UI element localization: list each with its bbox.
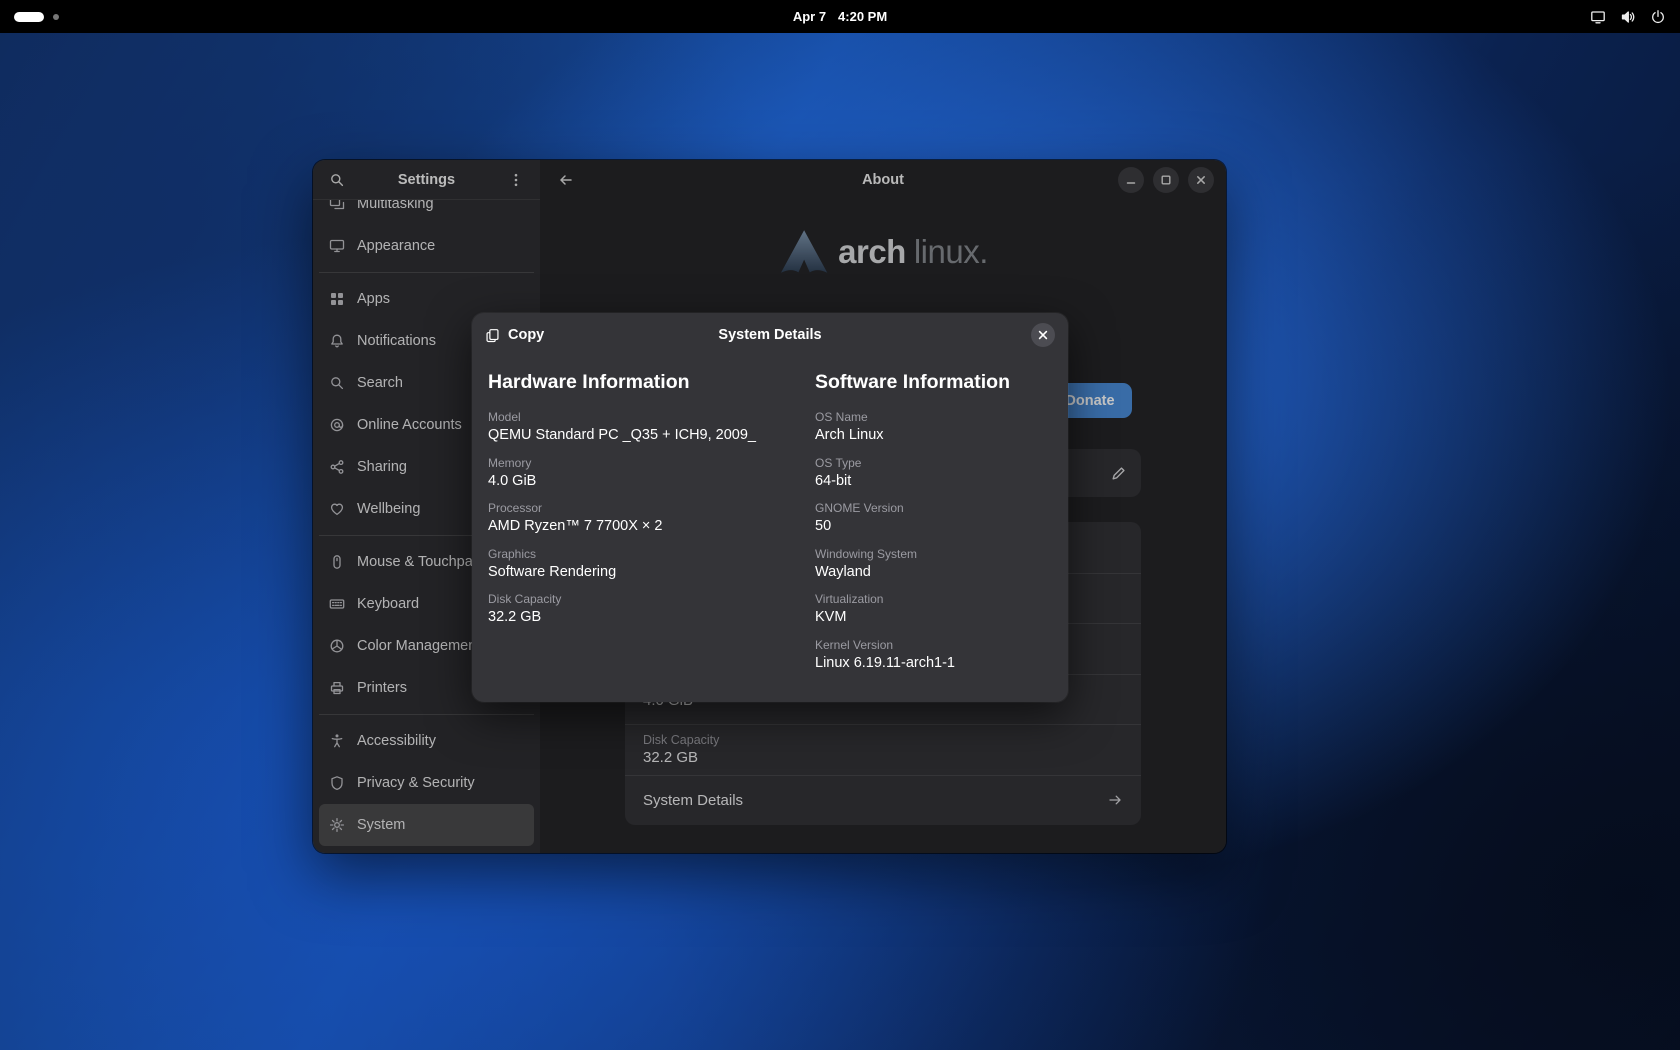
field-os-name: OS Name Arch Linux [815, 410, 1052, 443]
field-label: Windowing System [815, 547, 1052, 561]
field-windowing-system: Windowing System Wayland [815, 547, 1052, 580]
copy-label: Copy [508, 327, 544, 343]
top-bar: Apr 7 4:20 PM [0, 0, 1680, 33]
settings-window: Settings MultitaskingAppearanceAppsNotif… [313, 160, 1226, 853]
close-icon [1037, 329, 1049, 341]
workspace-dot[interactable] [53, 14, 59, 20]
hardware-section: Hardware Information Model QEMU Standard … [488, 361, 815, 683]
field-label: OS Name [815, 410, 1052, 424]
system-details-dialog: Copy System Details Hardware Information… [472, 313, 1068, 702]
field-label: Model [488, 410, 815, 424]
volume-icon[interactable] [1620, 9, 1636, 25]
power-icon[interactable] [1650, 9, 1666, 25]
field-value: Arch Linux [815, 427, 1052, 443]
hardware-section-title: Hardware Information [488, 371, 815, 394]
field-memory: Memory 4.0 GiB [488, 456, 815, 489]
field-label: Kernel Version [815, 638, 1052, 652]
dialog-header: Copy System Details [472, 313, 1068, 357]
dialog-close-button[interactable] [1031, 323, 1055, 347]
system-status-area[interactable] [1590, 9, 1666, 25]
field-value: 4.0 GiB [488, 473, 815, 489]
field-value: Wayland [815, 564, 1052, 580]
field-label: Virtualization [815, 592, 1052, 606]
field-value: Linux 6.19.11-arch1-1 [815, 655, 1052, 671]
field-disk-capacity: Disk Capacity 32.2 GB [488, 592, 815, 625]
field-label: Graphics [488, 547, 815, 561]
field-value: QEMU Standard PC _Q35 + ICH9, 2009_ [488, 427, 815, 443]
copy-icon [485, 328, 500, 343]
display-icon[interactable] [1590, 9, 1606, 25]
software-section: Software Information OS NameArch LinuxOS… [815, 361, 1052, 683]
field-value: Software Rendering [488, 564, 815, 580]
field-virtualization: Virtualization KVM [815, 592, 1052, 625]
field-value: 32.2 GB [488, 609, 815, 625]
field-label: OS Type [815, 456, 1052, 470]
field-value: KVM [815, 609, 1052, 625]
active-workspace-pill[interactable] [14, 12, 44, 22]
field-processor: Processor AMD Ryzen™ 7 7700X × 2 [488, 501, 815, 534]
copy-button[interactable]: Copy [485, 327, 544, 343]
software-section-title: Software Information [815, 371, 1052, 394]
clock[interactable]: Apr 7 4:20 PM [793, 9, 887, 24]
dialog-body: Hardware Information Model QEMU Standard … [472, 357, 1068, 683]
field-label: Processor [488, 501, 815, 515]
field-kernel-version: Kernel Version Linux 6.19.11-arch1-1 [815, 638, 1052, 671]
field-graphics: Graphics Software Rendering [488, 547, 815, 580]
field-os-type: OS Type 64-bit [815, 456, 1052, 489]
field-label: GNOME Version [815, 501, 1052, 515]
field-label: Disk Capacity [488, 592, 815, 606]
field-value: 64-bit [815, 473, 1052, 489]
field-model: Model QEMU Standard PC _Q35 + ICH9, 2009_ [488, 410, 815, 443]
workspace-indicator[interactable] [14, 12, 59, 22]
field-value: AMD Ryzen™ 7 7700X × 2 [488, 518, 815, 534]
dialog-title: System Details [472, 327, 1068, 343]
date-label: Apr 7 [793, 9, 826, 24]
field-value: 50 [815, 518, 1052, 534]
field-gnome-version: GNOME Version 50 [815, 501, 1052, 534]
time-label: 4:20 PM [838, 9, 887, 24]
desktop: Apr 7 4:20 PM Settings [0, 0, 1680, 1050]
field-label: Memory [488, 456, 815, 470]
